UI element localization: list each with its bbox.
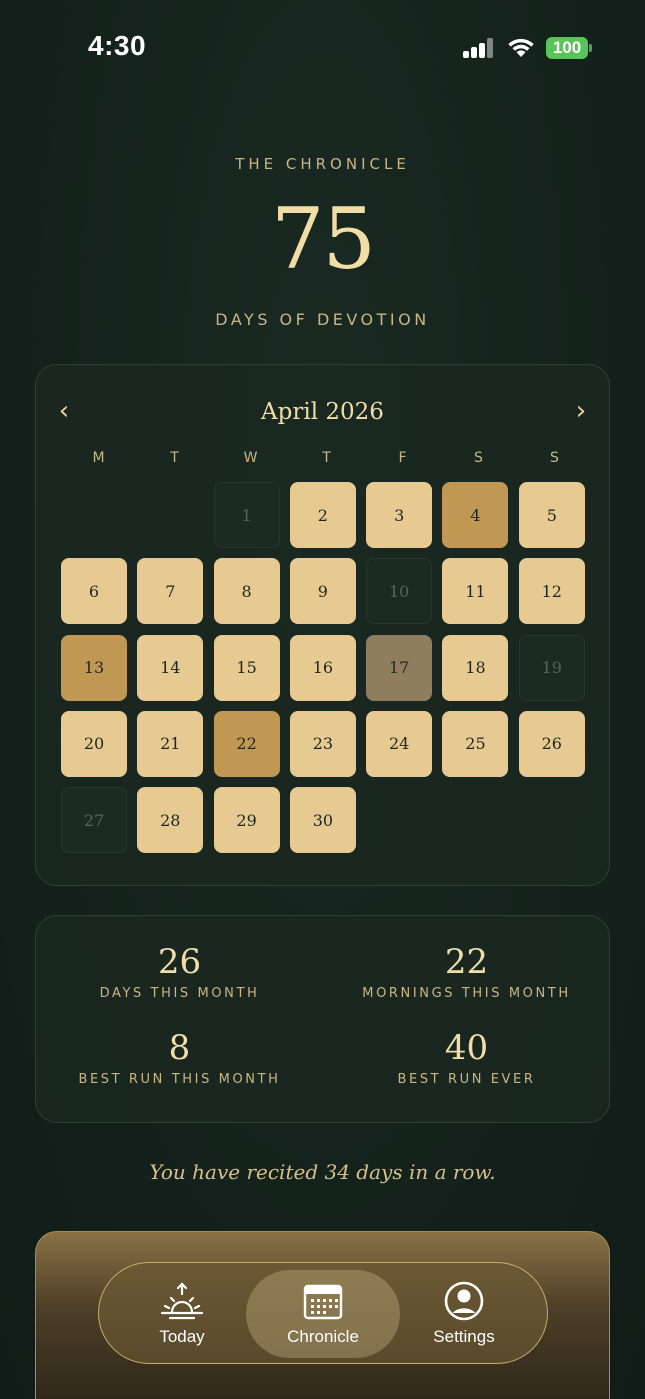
calendar-day-15[interactable]: 15 (213, 634, 280, 701)
calendar-blank (137, 482, 203, 548)
tab-label: Today (159, 1327, 205, 1346)
month-title: April 2026 (261, 399, 384, 425)
calendar-day-6[interactable]: 6 (61, 558, 127, 625)
calendar-day-26[interactable]: 26 (518, 710, 585, 777)
calendar-day-19[interactable]: 19 (518, 634, 585, 701)
calendar-icon (303, 1284, 343, 1320)
calendar-day-7[interactable]: 7 (137, 558, 204, 625)
calendar-day-11[interactable]: 11 (442, 558, 509, 625)
stat-mornings-this-month: 22 MORNINGS THIS MONTH (323, 942, 610, 1001)
calendar-day-12[interactable]: 12 (518, 558, 585, 625)
weekday-label: S (474, 450, 484, 466)
weekday-label: T (170, 450, 180, 466)
stat-label: BEST RUN EVER (397, 1072, 536, 1087)
page-eyebrow: THE CHRONICLE (235, 155, 410, 173)
tab-label: Chronicle (287, 1327, 359, 1346)
calendar-day-28[interactable]: 28 (137, 787, 204, 854)
calendar-day-18[interactable]: 18 (442, 634, 509, 701)
calendar-day-5[interactable]: 5 (518, 482, 585, 548)
calendar-blank (61, 482, 127, 548)
streak-message: You have recited 34 days in a row. (149, 1160, 496, 1184)
weekday-label: T (322, 450, 332, 466)
calendar-day-3[interactable]: 3 (366, 482, 433, 548)
wifi-icon (508, 38, 534, 57)
weekday-label: W (243, 450, 259, 466)
stat-label: MORNINGS THIS MONTH (362, 986, 571, 1001)
calendar-day-20[interactable]: 20 (61, 710, 127, 777)
calendar-day-30[interactable]: 30 (289, 787, 356, 854)
calendar-day-16[interactable]: 16 (289, 634, 356, 701)
stat-best-run-month: 8 BEST RUN THIS MONTH (36, 1028, 323, 1087)
weekday-label: S (550, 450, 560, 466)
weekday-header: MTWTFSS (61, 450, 586, 466)
tab-settings[interactable]: Settings (394, 1270, 534, 1358)
stat-value: 26 (157, 942, 202, 982)
calendar-day-17[interactable]: 17 (366, 634, 433, 701)
calendar-day-22[interactable]: 22 (213, 710, 280, 777)
battery-cap (589, 44, 592, 52)
stat-value: 40 (444, 1028, 489, 1068)
stat-value: 8 (168, 1028, 191, 1068)
calendar-day-8[interactable]: 8 (213, 558, 280, 625)
cellular-signal-icon (463, 38, 495, 58)
stat-value: 22 (444, 942, 489, 982)
chevron-right-icon[interactable]: › (566, 395, 596, 431)
total-days-count: 75 (271, 190, 376, 288)
calendar-grid: 1 2 3 4 5 6 7 8 9 10 11 12 13 14 15 16 17 18 19 20 21 22 23 24 2… (61, 482, 591, 854)
calendar-day-21[interactable]: 21 (137, 710, 204, 777)
tab-chronicle[interactable]: Chronicle (246, 1270, 400, 1358)
status-time: 4:30 (88, 30, 147, 61)
stat-days-this-month: 26 DAYS THIS MONTH (36, 942, 323, 1001)
stats-card: 26 DAYS THIS MONTH 22 MORNINGS THIS MONT… (35, 915, 610, 1123)
calendar-day-27[interactable]: 27 (61, 787, 127, 854)
calendar-day-2[interactable]: 2 (289, 482, 356, 548)
calendar-day-10[interactable]: 10 (366, 558, 433, 625)
stat-best-run-ever: 40 BEST RUN EVER (323, 1028, 610, 1087)
tab-label: Settings (433, 1327, 495, 1346)
calendar-day-13[interactable]: 13 (61, 634, 127, 701)
calendar-day-1[interactable]: 1 (213, 482, 280, 548)
calendar-day-9[interactable]: 9 (289, 558, 356, 625)
weekday-label: F (398, 450, 408, 466)
battery-indicator: 100 (546, 37, 588, 59)
stat-label: DAYS THIS MONTH (99, 986, 260, 1001)
sunrise-icon (160, 1282, 204, 1320)
weekday-label: M (92, 450, 106, 466)
page-subtitle: DAYS OF DEVOTION (215, 310, 430, 329)
calendar-day-25[interactable]: 25 (442, 710, 509, 777)
calendar-card: ‹ April 2026 › MTWTFSS 1 2 3 4 5 6 7 8 9 10 11 12 13… (35, 364, 610, 886)
calendar-day-23[interactable]: 23 (289, 710, 356, 777)
status-bar: 4:30 100 (0, 0, 645, 95)
calendar-day-4[interactable]: 4 (442, 482, 509, 548)
profile-icon (444, 1281, 484, 1321)
calendar-day-24[interactable]: 24 (366, 710, 433, 777)
calendar-day-14[interactable]: 14 (137, 634, 204, 701)
calendar-day-29[interactable]: 29 (213, 787, 280, 854)
stat-label: BEST RUN THIS MONTH (78, 1072, 281, 1087)
month-navigation: ‹ April 2026 › (36, 395, 609, 431)
tab-today[interactable]: Today (112, 1270, 252, 1358)
